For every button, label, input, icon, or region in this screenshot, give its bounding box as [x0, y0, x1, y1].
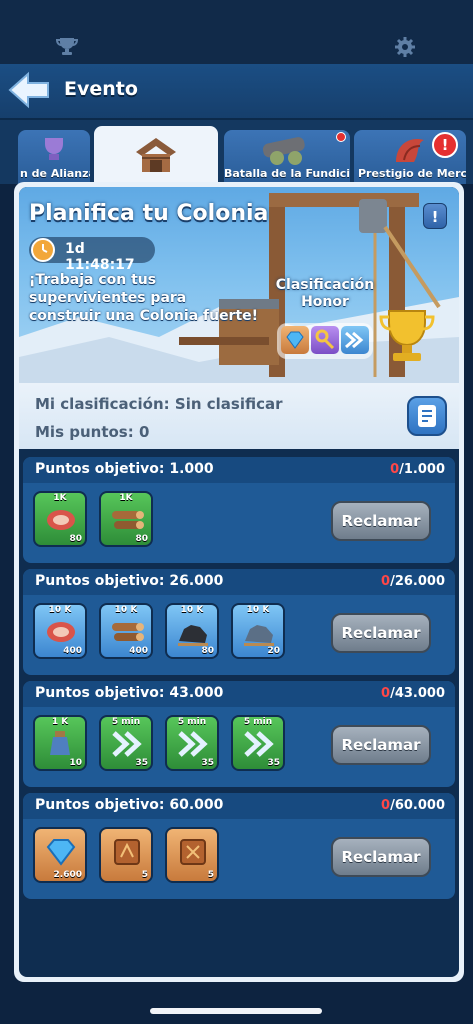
reward-item-wood[interactable]: 1K 80	[99, 491, 153, 547]
ranking-list-button[interactable]	[407, 396, 447, 436]
reward-card: Puntos objetivo: 43.000 0/43.000 1 K 10 …	[23, 681, 455, 787]
event-description: ¡Trabaja con tus supervivientes para con…	[29, 272, 259, 324]
reward-item-coal[interactable]: 10 K 80	[165, 603, 219, 659]
back-button[interactable]	[8, 70, 52, 110]
key-icon	[311, 326, 339, 354]
tab-label: n de Alianzas	[20, 167, 90, 180]
reward-item-speedup[interactable]: 5 min 35	[165, 715, 219, 771]
reward-item-meat[interactable]: 10 K 400	[33, 603, 87, 659]
reward-card-header: Puntos objetivo: 60.000 0/60.000	[23, 793, 455, 819]
reward-item-meat[interactable]: 1K 80	[33, 491, 87, 547]
claim-button[interactable]: Reclamar	[331, 501, 431, 541]
tab-alianzas[interactable]: n de Alianzas	[18, 130, 90, 184]
manual-icon	[180, 839, 206, 865]
speedup-icon	[244, 731, 274, 757]
timer-text: 1d 11:48:17	[65, 241, 135, 273]
alliance-trophy-icon	[45, 138, 63, 160]
info-button[interactable]: !	[423, 203, 447, 229]
reward-card-header: Puntos objetivo: 1.000 0/1.000	[23, 457, 455, 483]
event-timer: 1d 11:48:17	[29, 237, 155, 273]
header: Evento	[0, 64, 473, 120]
progress-text: 0/26.000	[381, 574, 445, 589]
event-panel-inner: Planifica tu Colonia ! 1d 11:48:17 ¡Trab…	[19, 187, 459, 977]
notes-icon	[418, 405, 436, 427]
progress-text: 0/43.000	[381, 686, 445, 701]
cannon-icon	[262, 137, 305, 165]
tab-label: Prestigio de Merce	[358, 167, 466, 180]
claim-button[interactable]: Reclamar	[331, 725, 431, 765]
wood-icon	[112, 511, 144, 529]
claim-button[interactable]: Reclamar	[331, 613, 431, 653]
ranking-reward-icons[interactable]	[277, 323, 373, 359]
exp-potion-icon	[50, 731, 70, 755]
colony-building-icon	[136, 138, 176, 172]
speedup-icon	[341, 326, 369, 354]
event-tabs: n de Alianzas Batalla de la Fundición Pr…	[0, 120, 473, 186]
tab-fundicion[interactable]: Batalla de la Fundición	[224, 130, 350, 184]
trophy-icon[interactable]	[55, 36, 79, 60]
reward-card-header: Puntos objetivo: 26.000 0/26.000	[23, 569, 455, 595]
tab-colonia[interactable]	[94, 126, 218, 186]
reward-item-manual[interactable]: 5	[99, 827, 153, 883]
reward-item-wood[interactable]: 10 K 400	[99, 603, 153, 659]
speedup-icon	[178, 731, 208, 757]
home-indicator[interactable]	[150, 1008, 322, 1014]
progress-text: 0/1.000	[390, 462, 445, 477]
mercenary-emblem-icon	[396, 138, 424, 162]
event-panel: Planifica tu Colonia ! 1d 11:48:17 ¡Trab…	[14, 182, 464, 982]
claim-button[interactable]: Reclamar	[331, 837, 431, 877]
my-rank-row: Mi clasificación: Sin clasificar	[35, 395, 283, 413]
gem-icon	[46, 839, 76, 866]
my-points-row: Mis puntos: 0	[35, 423, 149, 441]
reward-item-iron[interactable]: 10 K 20	[231, 603, 285, 659]
reward-card: Puntos objetivo: 60.000 0/60.000 2.600 5…	[23, 793, 455, 899]
meat-icon	[47, 510, 75, 530]
reward-card: Puntos objetivo: 1.000 0/1.000 1K 80 1K …	[23, 457, 455, 563]
ranking-label: Clasificación Honor	[275, 277, 375, 310]
reward-item-gems[interactable]: 2.600	[33, 827, 87, 883]
gem-icon	[281, 326, 309, 354]
progress-text: 0/60.000	[381, 798, 445, 813]
top-bar	[0, 0, 473, 64]
notification-dot	[336, 132, 346, 142]
meat-icon	[47, 622, 75, 642]
gear-icon[interactable]	[394, 36, 416, 62]
iron-icon	[244, 625, 274, 646]
page-title: Evento	[64, 78, 138, 100]
clock-icon	[31, 238, 55, 262]
reward-item-exp-potion[interactable]: 1 K 10	[33, 715, 87, 771]
back-arrow-icon	[8, 71, 49, 109]
my-rank-value: Sin clasificar	[174, 395, 283, 413]
target-points-label: Puntos objetivo: 26.000	[35, 573, 224, 589]
tab-prestigio[interactable]: Prestigio de Merce !	[354, 130, 466, 184]
reward-card-header: Puntos objetivo: 43.000 0/43.000	[23, 681, 455, 707]
my-points-label: Mis puntos:	[35, 423, 134, 441]
speedup-icon	[112, 731, 142, 757]
reward-item-manual[interactable]: 5	[165, 827, 219, 883]
manual-icon	[114, 839, 140, 865]
my-rank-label: Mi clasificación:	[35, 395, 170, 413]
target-points-label: Puntos objetivo: 43.000	[35, 685, 224, 701]
event-banner: Planifica tu Colonia ! 1d 11:48:17 ¡Trab…	[19, 187, 459, 383]
alert-badge: !	[432, 132, 458, 158]
reward-card: Puntos objetivo: 26.000 0/26.000 10 K 40…	[23, 569, 455, 675]
tab-label: Batalla de la Fundición	[224, 167, 350, 180]
my-points-value: 0	[138, 423, 150, 441]
coal-icon	[178, 625, 208, 646]
target-points-label: Puntos objetivo: 60.000	[35, 797, 224, 813]
target-points-label: Puntos objetivo: 1.000	[35, 461, 214, 477]
reward-item-speedup[interactable]: 5 min 35	[231, 715, 285, 771]
gold-trophy-icon	[379, 310, 435, 361]
wood-icon	[112, 623, 144, 641]
reward-item-speedup[interactable]: 5 min 35	[99, 715, 153, 771]
event-title: Planifica tu Colonia	[29, 201, 269, 226]
my-ranking-section: Mi clasificación: Sin clasificar Mis pun…	[19, 383, 459, 449]
